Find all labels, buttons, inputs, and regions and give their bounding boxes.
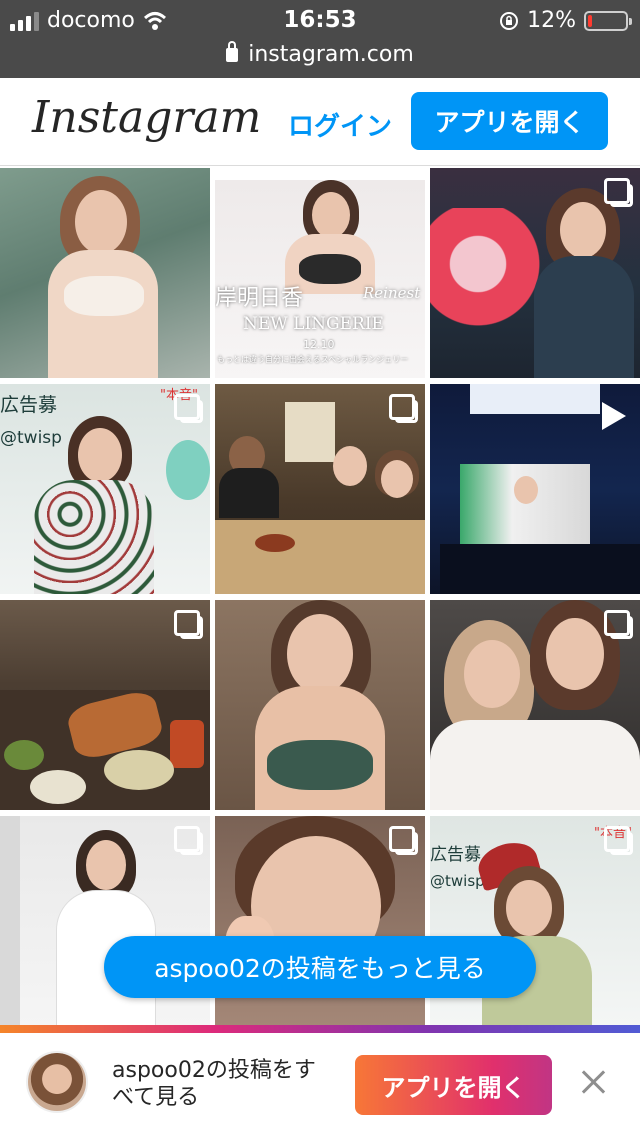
post-overlay-text: NEW LINGERIE: [243, 314, 384, 334]
post-overlay-text: 広告募: [430, 845, 481, 865]
open-app-button[interactable]: アプリを開く: [411, 92, 608, 150]
battery-percent: 12%: [527, 8, 576, 33]
carousel-icon: [604, 610, 633, 639]
post-thumbnail[interactable]: [215, 600, 425, 810]
battery-level: [588, 14, 592, 27]
post-thumbnail[interactable]: 広告募 @twisp "本音": [0, 384, 210, 594]
post-thumbnail[interactable]: 岸明日香 Reinest NEW LINGERIE 12.10 もっとは違う自分…: [215, 168, 425, 378]
lock-icon: [226, 41, 239, 62]
carousel-icon: [604, 178, 633, 207]
orientation-lock-icon: [500, 11, 519, 30]
banner-message: aspoo02の投稿をすべて見る: [112, 1058, 316, 1110]
carousel-icon: [174, 826, 203, 855]
post-overlay-text: 岸明日香: [215, 286, 304, 311]
carousel-icon: [174, 610, 203, 639]
battery-icon: [584, 10, 632, 31]
post-thumbnail[interactable]: [430, 600, 640, 810]
carousel-icon: [604, 826, 633, 855]
post-thumbnail[interactable]: [215, 384, 425, 594]
status-right: 12%: [499, 8, 632, 33]
post-thumbnail[interactable]: [0, 600, 210, 810]
carousel-icon: [174, 394, 203, 423]
post-overlay-text: @twisp: [0, 428, 62, 448]
post-overlay-text: もっとは違う自分に出会えるスペシャルランジェリー: [217, 355, 409, 364]
post-overlay-text: @twisp: [430, 872, 485, 890]
post-overlay-text: 広告募: [0, 394, 58, 416]
instagram-header: Instagram ログイン アプリを開く: [0, 78, 640, 166]
carousel-icon: [389, 826, 418, 855]
app-install-banner: aspoo02の投稿をすべて見る アプリを開く: [0, 1033, 640, 1136]
post-grid: 岸明日香 Reinest NEW LINGERIE 12.10 もっとは違う自分…: [0, 168, 640, 1026]
address-bar[interactable]: instagram.com: [0, 40, 640, 78]
avatar: [26, 1051, 88, 1113]
instagram-logo[interactable]: Instagram: [32, 92, 261, 143]
post-thumbnail[interactable]: [430, 168, 640, 378]
video-icon: [602, 402, 626, 430]
see-more-posts-button[interactable]: aspoo02の投稿をもっと見る: [104, 936, 536, 998]
post-thumbnail[interactable]: [0, 168, 210, 378]
post-overlay-text: 12.10: [303, 338, 335, 351]
address-url: instagram.com: [248, 42, 414, 67]
login-link[interactable]: ログイン: [288, 106, 392, 143]
close-icon[interactable]: [580, 1069, 606, 1095]
post-overlay-text: Reinest: [363, 284, 421, 302]
carousel-icon: [389, 394, 418, 423]
brand-gradient-divider: [0, 1025, 640, 1033]
banner-open-app-button[interactable]: アプリを開く: [355, 1055, 552, 1115]
status-bar: docomo 16:53 12%: [0, 0, 640, 40]
post-thumbnail[interactable]: [430, 384, 640, 594]
